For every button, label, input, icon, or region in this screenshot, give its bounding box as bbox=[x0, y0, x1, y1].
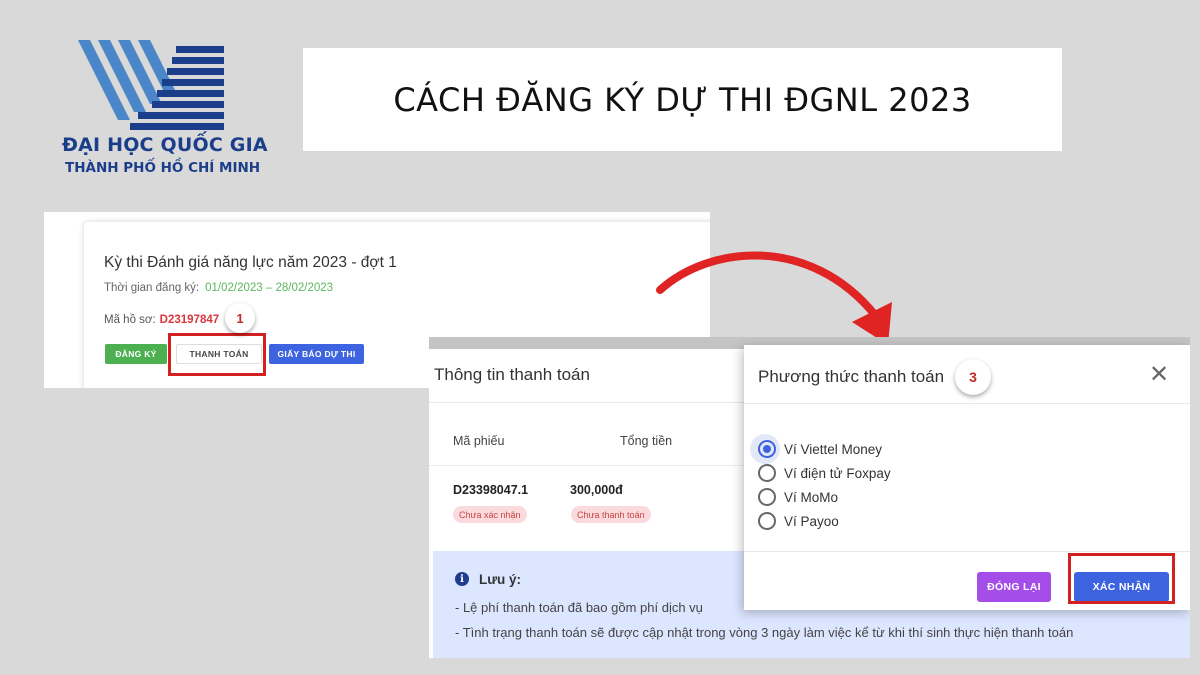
total-amount: 300,000đ bbox=[570, 483, 623, 497]
confirm-button-highlight bbox=[1068, 553, 1175, 604]
close-button[interactable]: ĐÓNG LẠI bbox=[977, 572, 1051, 602]
divider bbox=[744, 551, 1190, 552]
registration-value: 01/02/2023 – 28/02/2023 bbox=[205, 282, 334, 294]
profile-code-value: D23197847 bbox=[159, 314, 220, 326]
profile-code: Mã hồ sơ: D23197847 bbox=[104, 314, 219, 326]
payment-option-viettel[interactable]: Ví Viettel Money bbox=[758, 438, 882, 460]
radio-selected-icon[interactable] bbox=[758, 440, 776, 458]
logo-text-line1: ĐẠI HỌC QUỐC GIA bbox=[62, 134, 268, 156]
option-label: Ví MoMo bbox=[784, 489, 839, 505]
step-3-marker: 3 bbox=[955, 359, 991, 395]
radio-icon[interactable] bbox=[758, 488, 776, 506]
registration-period: Thời gian đăng ký: 01/02/2023 – 28/02/202… bbox=[104, 282, 333, 294]
payment-info-title: Thông tin thanh toán bbox=[434, 365, 590, 384]
column-header-code: Mã phiếu bbox=[453, 434, 505, 448]
option-label: Ví Viettel Money bbox=[784, 441, 883, 457]
info-icon: i bbox=[455, 572, 469, 586]
curved-arrow-icon bbox=[656, 251, 892, 345]
exam-title: Kỳ thi Đánh giá năng lực năm 2023 - đợt … bbox=[104, 254, 397, 271]
option-label: Ví điện tử Foxpay bbox=[784, 465, 891, 481]
logo-text-line2: THÀNH PHỐ HỒ CHÍ MINH bbox=[65, 160, 261, 176]
radio-icon[interactable] bbox=[758, 464, 776, 482]
note-title: Lưu ý: bbox=[479, 572, 522, 587]
column-header-total: Tổng tiền bbox=[620, 434, 673, 448]
modal-title: Phương thức thanh toán bbox=[758, 367, 945, 386]
radio-icon[interactable] bbox=[758, 512, 776, 530]
divider bbox=[429, 465, 749, 466]
note-line-2: - Tình trạng thanh toán sẽ được cập nhật… bbox=[455, 625, 1074, 640]
profile-code-label: Mã hồ sơ: bbox=[104, 314, 156, 326]
register-button[interactable]: ĐĂNG KÝ bbox=[105, 344, 167, 364]
option-label: Ví Payoo bbox=[784, 513, 839, 529]
registration-label: Thời gian đăng ký: bbox=[104, 282, 200, 294]
page-title: CÁCH ĐĂNG KÝ DỰ THI ĐGNL 2023 bbox=[393, 80, 972, 119]
receipt-code: D23398047.1 bbox=[453, 483, 529, 497]
divider bbox=[429, 402, 749, 403]
divider bbox=[744, 403, 1190, 404]
status-badge-unconfirmed: Chưa xác nhận bbox=[453, 506, 527, 523]
note-line-1: - Lệ phí thanh toán đã bao gồm phí dịch … bbox=[455, 600, 703, 615]
step-1-marker: 1 bbox=[225, 303, 255, 333]
payment-option-payoo[interactable]: Ví Payoo bbox=[758, 510, 839, 532]
payment-option-momo[interactable]: Ví MoMo bbox=[758, 486, 838, 508]
logo: ĐẠI HỌC QUỐC GIA THÀNH PHỐ HỒ CHÍ MINH bbox=[62, 40, 282, 185]
title-banner: CÁCH ĐĂNG KÝ DỰ THI ĐGNL 2023 bbox=[303, 48, 1062, 151]
payment-option-foxpay[interactable]: Ví điện tử Foxpay bbox=[758, 462, 891, 484]
exam-notice-button[interactable]: GIẤY BÁO DỰ THI bbox=[269, 344, 364, 364]
status-badge-unpaid: Chưa thanh toán bbox=[571, 506, 651, 523]
university-logo-icon bbox=[78, 40, 224, 130]
close-icon[interactable]: ✕ bbox=[1149, 363, 1169, 387]
pay-button-highlight bbox=[168, 333, 266, 376]
payment-screenshot: Thông tin thanh toán Mã phiếu Tổng tiền … bbox=[429, 337, 1190, 658]
